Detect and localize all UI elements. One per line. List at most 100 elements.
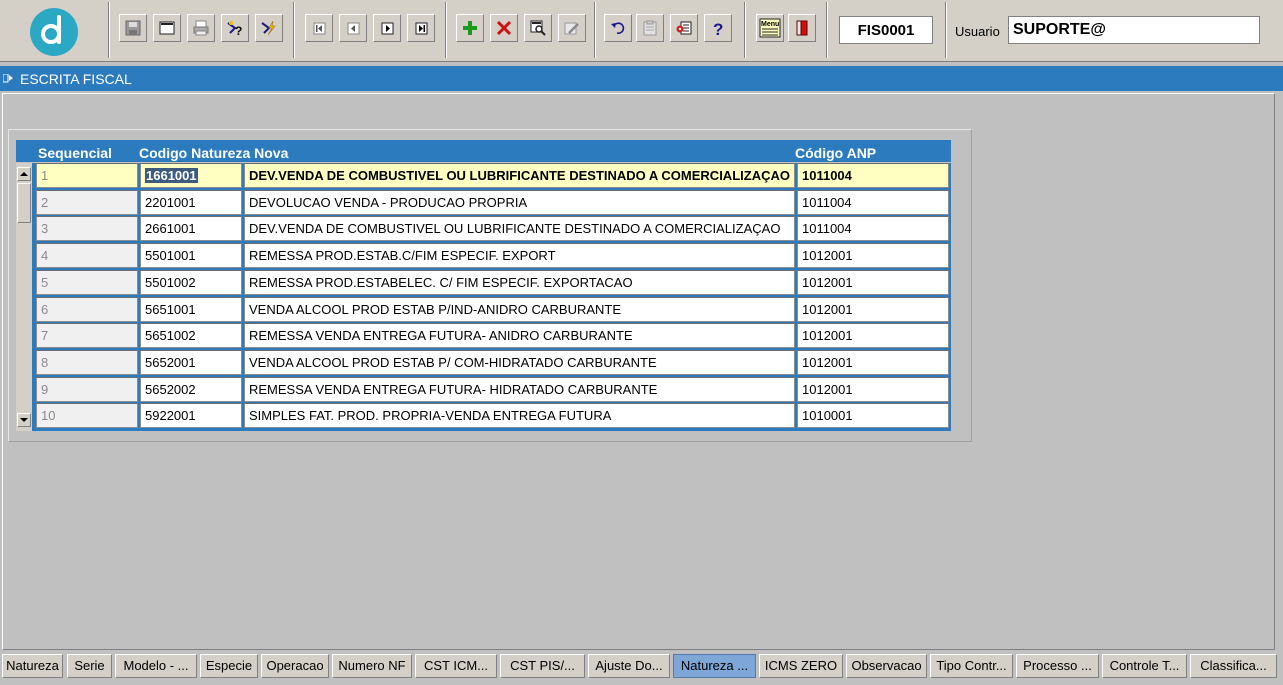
sequencial-cell[interactable]: 6 bbox=[36, 297, 138, 322]
query-help-icon: ? bbox=[227, 21, 242, 37]
codigo-natureza-cell[interactable]: 5651002 bbox=[140, 323, 242, 348]
table-row[interactable]: 5 5501002 REMESSA PROD.ESTABELEC. C/ FIM… bbox=[16, 270, 951, 296]
exit-door-icon bbox=[796, 20, 808, 36]
insert-record-button[interactable] bbox=[456, 14, 484, 42]
tab-natureza[interactable]: Natureza bbox=[2, 654, 63, 678]
execute-query-button[interactable] bbox=[255, 14, 283, 42]
codigo-anp-cell[interactable]: 1012001 bbox=[797, 243, 949, 268]
sequencial-cell[interactable]: 10 bbox=[36, 403, 138, 428]
codigo-natureza-cell[interactable]: 5922001 bbox=[140, 403, 242, 428]
grid-body: 1 1661001 DEV.VENDA DE COMBUSTIVEL OU LU… bbox=[16, 163, 951, 431]
tab-modelo[interactable]: Modelo - ... bbox=[115, 654, 197, 678]
tab-especie[interactable]: Especie bbox=[200, 654, 258, 678]
descricao-cell[interactable]: VENDA ALCOOL PROD ESTAB P/ COM-HIDRATADO… bbox=[244, 350, 795, 375]
save-icon bbox=[125, 20, 141, 36]
tab-tipo-contr[interactable]: Tipo Contr... bbox=[930, 654, 1013, 678]
codigo-anp-cell[interactable]: 1012001 bbox=[797, 377, 949, 402]
sequencial-cell[interactable]: 7 bbox=[36, 323, 138, 348]
tab-icms-zero[interactable]: ICMS ZERO bbox=[759, 654, 843, 678]
tab-ajuste[interactable]: Ajuste Do... bbox=[588, 654, 670, 678]
clipboard-icon bbox=[643, 20, 657, 36]
descricao-cell[interactable]: VENDA ALCOOL PROD ESTAB P/IND-ANIDRO CAR… bbox=[244, 297, 795, 322]
search-record-button[interactable] bbox=[524, 14, 552, 42]
table-row[interactable]: 9 5652002 REMESSA VENDA ENTREGA FUTURA- … bbox=[16, 377, 951, 403]
codigo-natureza-cell[interactable]: 5501001 bbox=[140, 243, 242, 268]
codigo-natureza-cell[interactable]: 1661001 bbox=[140, 163, 242, 188]
descricao-cell[interactable]: DEV.VENDA DE COMBUSTIVEL OU LUBRIFICANTE… bbox=[244, 216, 795, 241]
codigo-natureza-cell[interactable]: 5652001 bbox=[140, 350, 242, 375]
codigo-anp-cell[interactable]: 1011004 bbox=[797, 190, 949, 215]
window-button[interactable] bbox=[153, 14, 181, 42]
tab-observacao[interactable]: Observacao bbox=[846, 654, 927, 678]
tab-processo[interactable]: Processo ... bbox=[1016, 654, 1099, 678]
codigo-anp-cell[interactable]: 1010001 bbox=[797, 403, 949, 428]
tab-controle-t[interactable]: Controle T... bbox=[1102, 654, 1187, 678]
tab-operacao[interactable]: Operacao bbox=[261, 654, 329, 678]
tab-cst-pis[interactable]: CST PIS/... bbox=[500, 654, 585, 678]
sequencial-cell[interactable]: 4 bbox=[36, 243, 138, 268]
table-row[interactable]: 4 5501001 REMESSA PROD.ESTAB.C/FIM ESPEC… bbox=[16, 243, 951, 269]
toolbar-separator bbox=[744, 2, 746, 58]
next-record-button[interactable] bbox=[373, 14, 401, 42]
print-button[interactable] bbox=[187, 14, 215, 42]
codigo-anp-cell[interactable]: 1012001 bbox=[797, 323, 949, 348]
window-title: ESCRITA FISCAL bbox=[20, 71, 132, 87]
sequencial-cell[interactable]: 1 bbox=[36, 163, 138, 188]
descricao-cell[interactable]: DEV.VENDA DE COMBUSTIVEL OU LUBRIFICANTE… bbox=[244, 163, 795, 188]
codigo-natureza-cell[interactable]: 2201001 bbox=[140, 190, 242, 215]
delete-icon bbox=[496, 20, 512, 36]
exit-button[interactable] bbox=[788, 14, 816, 42]
delete-record-button[interactable] bbox=[490, 14, 518, 42]
query-help-button[interactable]: ? bbox=[221, 14, 249, 42]
help-icon: ? bbox=[713, 20, 723, 37]
descricao-cell[interactable]: REMESSA VENDA ENTREGA FUTURA- ANIDRO CAR… bbox=[244, 323, 795, 348]
table-row[interactable]: 3 2661001 DEV.VENDA DE COMBUSTIVEL OU LU… bbox=[16, 216, 951, 242]
edit-button[interactable] bbox=[558, 14, 586, 42]
tab-numero-nf[interactable]: Numero NF bbox=[332, 654, 412, 678]
sequencial-cell[interactable]: 9 bbox=[36, 377, 138, 402]
table-row[interactable]: 7 5651002 REMESSA VENDA ENTREGA FUTURA- … bbox=[16, 323, 951, 349]
tab-classifica[interactable]: Classifica... bbox=[1190, 654, 1277, 678]
descricao-cell[interactable]: REMESSA PROD.ESTAB.C/FIM ESPECIF. EXPORT bbox=[244, 243, 795, 268]
clipboard-button[interactable] bbox=[636, 14, 664, 42]
save-button[interactable] bbox=[119, 14, 147, 42]
help-button[interactable]: ? bbox=[704, 14, 732, 42]
codigo-anp-cell[interactable]: 1012001 bbox=[797, 270, 949, 295]
descricao-cell[interactable]: REMESSA VENDA ENTREGA FUTURA- HIDRATADO … bbox=[244, 377, 795, 402]
codigo-natureza-cell[interactable]: 5652002 bbox=[140, 377, 242, 402]
toolbar-separator bbox=[108, 2, 110, 58]
selected-text: 1661001 bbox=[145, 168, 198, 183]
sequencial-cell[interactable]: 2 bbox=[36, 190, 138, 215]
properties-button[interactable] bbox=[670, 14, 698, 42]
descricao-cell[interactable]: REMESSA PROD.ESTABELEC. C/ FIM ESPECIF. … bbox=[244, 270, 795, 295]
sequencial-cell[interactable]: 3 bbox=[36, 216, 138, 241]
table-row[interactable]: 10 5922001 SIMPLES FAT. PROD. PROPRIA-VE… bbox=[16, 403, 951, 429]
descricao-cell[interactable]: DEVOLUCAO VENDA - PRODUCAO PROPRIA bbox=[244, 190, 795, 215]
table-row[interactable]: 8 5652001 VENDA ALCOOL PROD ESTAB P/ COM… bbox=[16, 350, 951, 376]
table-row[interactable]: 6 5651001 VENDA ALCOOL PROD ESTAB P/IND-… bbox=[16, 297, 951, 323]
menu-button[interactable]: Menu bbox=[756, 14, 784, 42]
codigo-anp-cell[interactable]: 1011004 bbox=[797, 163, 949, 188]
first-record-button[interactable] bbox=[305, 14, 333, 42]
codigo-anp-cell[interactable]: 1011004 bbox=[797, 216, 949, 241]
codigo-natureza-cell[interactable]: 5651001 bbox=[140, 297, 242, 322]
codigo-natureza-cell[interactable]: 2661001 bbox=[140, 216, 242, 241]
codigo-natureza-cell[interactable]: 5501002 bbox=[140, 270, 242, 295]
descricao-cell[interactable]: SIMPLES FAT. PROD. PROPRIA-VENDA ENTREGA… bbox=[244, 403, 795, 428]
codigo-anp-cell[interactable]: 1012001 bbox=[797, 297, 949, 322]
sequencial-cell[interactable]: 8 bbox=[36, 350, 138, 375]
undo-button[interactable] bbox=[604, 14, 632, 42]
tab-serie[interactable]: Serie bbox=[67, 654, 112, 678]
table-row[interactable]: 1 1661001 DEV.VENDA DE COMBUSTIVEL OU LU… bbox=[16, 163, 951, 189]
toolbar-separator bbox=[594, 2, 596, 58]
previous-record-button[interactable] bbox=[339, 14, 367, 42]
user-field[interactable]: SUPORTE@ bbox=[1008, 16, 1260, 44]
search-record-icon bbox=[530, 20, 546, 36]
tab-cst-icm[interactable]: CST ICM... bbox=[415, 654, 497, 678]
window-menu-icon[interactable] bbox=[3, 74, 15, 84]
last-record-button[interactable] bbox=[407, 14, 435, 42]
codigo-anp-cell[interactable]: 1012001 bbox=[797, 350, 949, 375]
sequencial-cell[interactable]: 5 bbox=[36, 270, 138, 295]
table-row[interactable]: 2 2201001 DEVOLUCAO VENDA - PRODUCAO PRO… bbox=[16, 190, 951, 216]
tab-natureza-nova[interactable]: Natureza ... bbox=[673, 654, 756, 678]
